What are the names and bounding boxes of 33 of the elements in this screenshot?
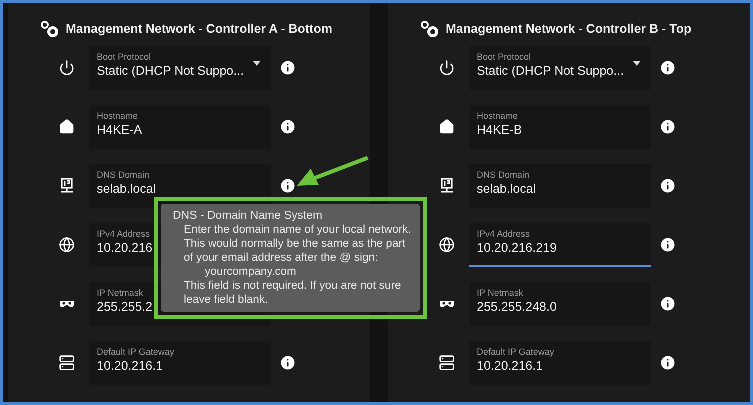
field-value: Static (DHCP Not Suppo... <box>97 64 244 78</box>
field-label: IP Netmask <box>97 288 144 298</box>
field-value: selab.local <box>477 182 536 196</box>
field-value: 10.20.216.1 <box>97 359 164 373</box>
field-value: 10.20.216.219 <box>477 241 557 255</box>
field-label: Default IP Gateway <box>97 347 174 357</box>
field-label: IPv4 Address <box>477 229 530 239</box>
tooltip-text: leave field blank. <box>183 294 270 306</box>
field-label: Default IP Gateway <box>477 347 554 357</box>
field-label: DNS Domain <box>97 170 150 180</box>
panel-title: Management Network - Controller A - Bottom <box>66 22 332 36</box>
panel-title: Management Network - Controller B - Top <box>446 22 692 36</box>
field-value: 255.255.248.0 <box>477 300 557 314</box>
field-label: IPv4 Address <box>97 229 150 239</box>
tooltip-text: This field is not required. If you are not sure <box>183 280 402 292</box>
field-value: 255.255.2 <box>97 300 153 314</box>
tooltip-text: of your email address after the @ sign: <box>183 252 380 264</box>
tooltip-text: Enter the domain name of your local network. <box>183 224 412 236</box>
field-value: H4KE-A <box>97 123 142 137</box>
field-value: 10.20.216 <box>97 241 153 255</box>
field-value: 10.20.216.1 <box>477 359 544 373</box>
field-value: selab.local <box>97 182 156 196</box>
field-label: Boot Protocol <box>97 52 152 62</box>
field-label: Boot Protocol <box>477 52 532 62</box>
tooltip-text: yourcompany.com <box>204 266 298 278</box>
tooltip-title: DNS - Domain Name System <box>173 210 324 222</box>
field-label: Hostname <box>477 111 518 121</box>
field-label: IP Netmask <box>477 288 524 298</box>
field-label: DNS Domain <box>477 170 530 180</box>
field-value: H4KE-B <box>477 123 522 137</box>
tooltip-text: This would normally be the same as the part <box>183 238 407 250</box>
field-value: Static (DHCP Not Suppo... <box>477 64 624 78</box>
field-label: Hostname <box>97 111 138 121</box>
